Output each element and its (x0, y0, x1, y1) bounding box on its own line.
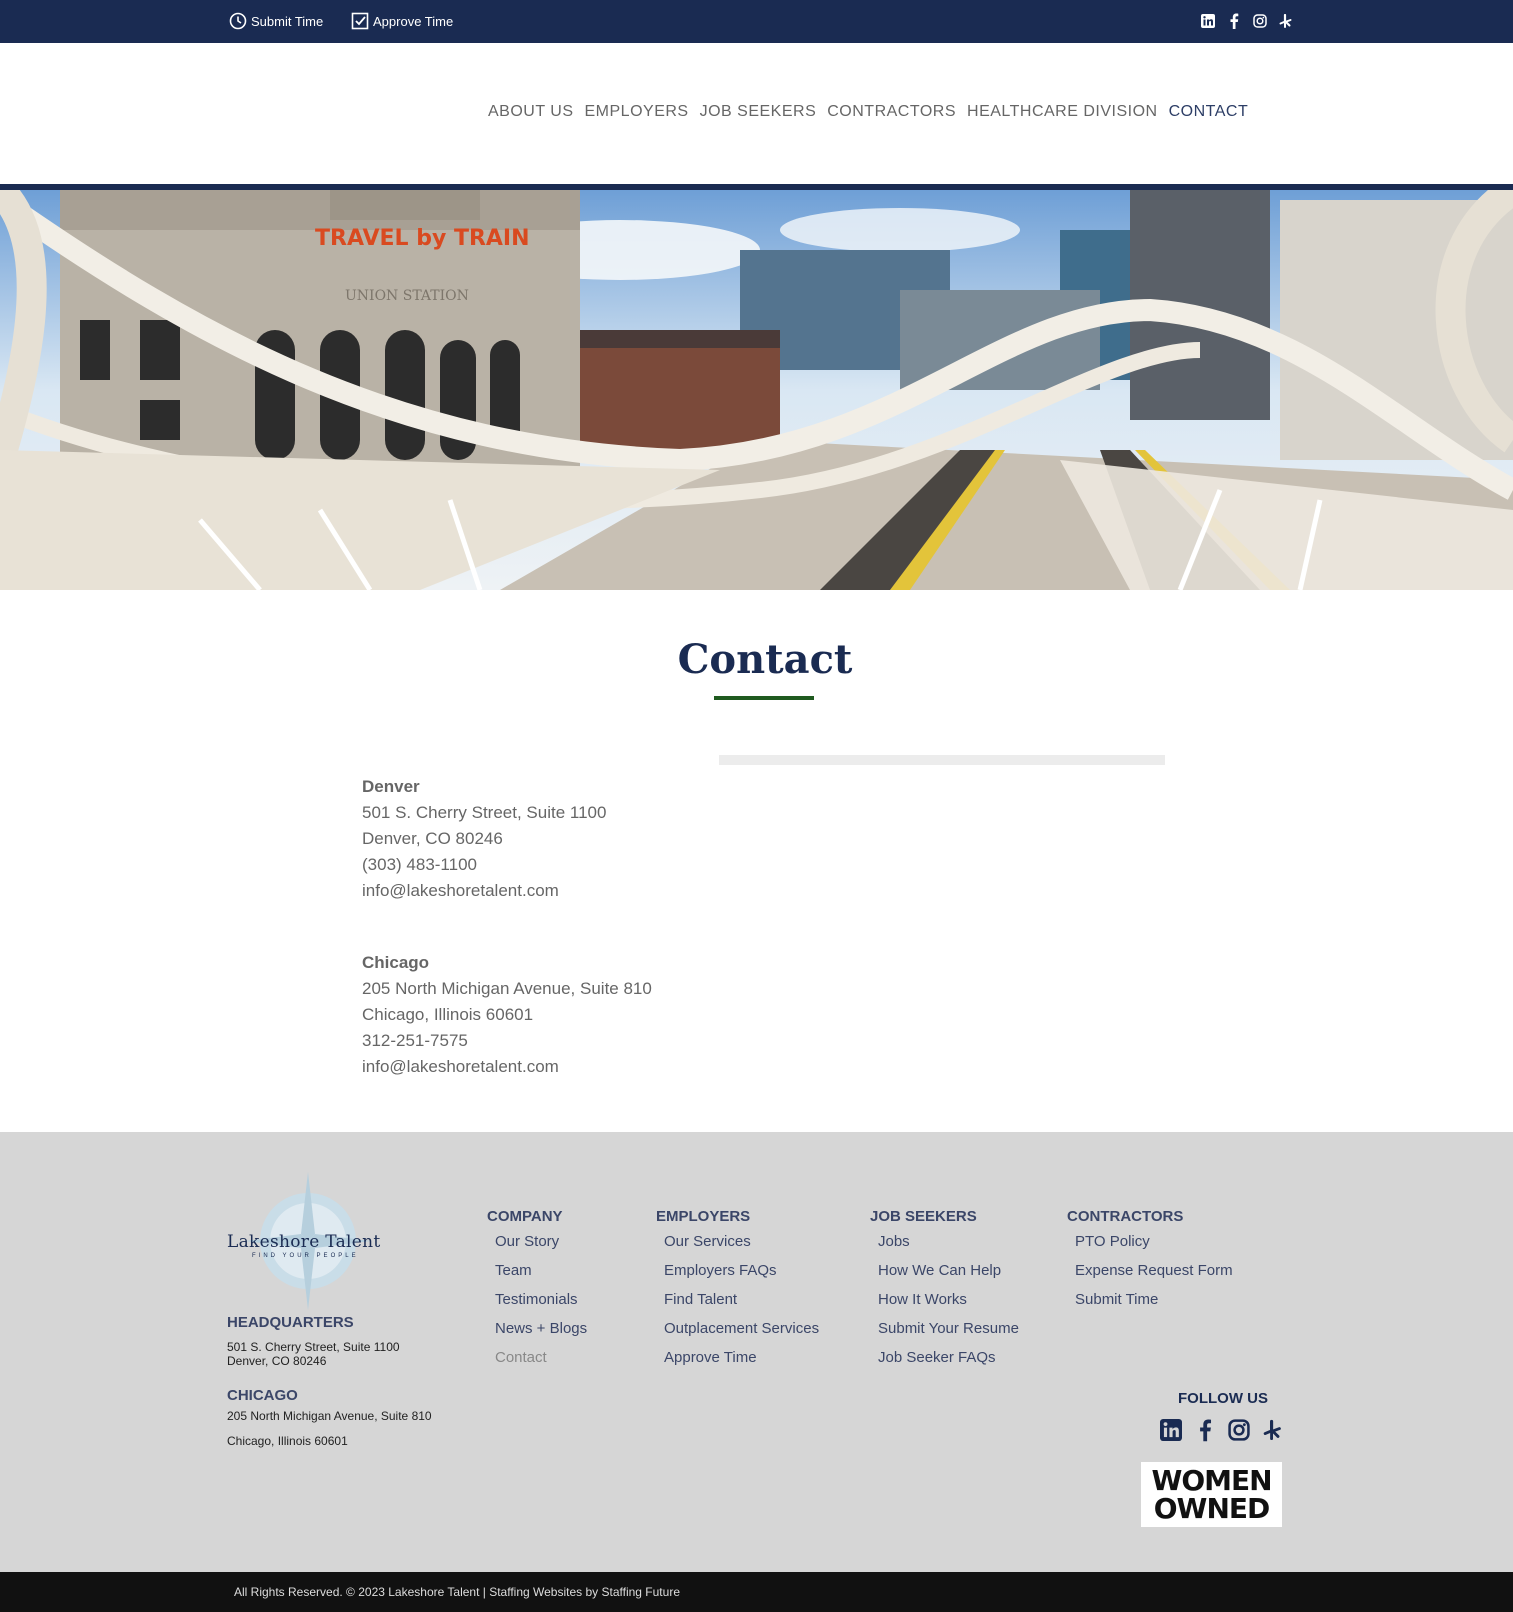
nav-employers[interactable]: EMPLOYERS (585, 103, 689, 121)
office-phone[interactable]: 312-251-7575 (362, 1028, 652, 1054)
instagram-icon[interactable] (1252, 13, 1268, 29)
footer-column-heading: EMPLOYERS (656, 1208, 751, 1225)
hero-image: TRAVEL by TRAIN UNION STATION (0, 190, 1513, 590)
footer-link-testimonials[interactable]: Testimonials (495, 1291, 587, 1320)
footer-column-employers: EMPLOYERS Our Services Employers FAQs Fi… (656, 1208, 819, 1378)
top-social-icons (1190, 13, 1294, 29)
hq-address-line1: 501 S. Cherry Street, Suite 1100 (227, 1340, 400, 1354)
top-bar: Submit Time Approve Time (0, 0, 1513, 43)
instagram-icon[interactable] (1226, 1417, 1252, 1443)
office-address-line1: 205 North Michigan Avenue, Suite 810 (362, 979, 652, 998)
map-placeholder (719, 755, 1165, 765)
badge-line1: WOMEN (1151, 1463, 1272, 1497)
submit-time-link[interactable]: Submit Time (229, 12, 323, 30)
footer-link-submit-time[interactable]: Submit Time (1075, 1291, 1233, 1320)
yelp-icon[interactable] (1278, 13, 1294, 29)
footer-column-job-seekers: JOB SEEKERS Jobs How We Can Help How It … (870, 1208, 1019, 1378)
union-station-photo: TRAVEL by TRAIN UNION STATION (0, 190, 1513, 590)
footer-link-submit-resume[interactable]: Submit Your Resume (878, 1320, 1019, 1349)
logo-wordmark: Lakeshore Talent (227, 1232, 381, 1252)
office-address-line2: Chicago, Illinois 60601 (362, 1005, 534, 1024)
footer-column-company: COMPANY Our Story Team Testimonials News… (487, 1208, 587, 1378)
footer-link-our-story[interactable]: Our Story (495, 1233, 587, 1262)
yelp-icon[interactable] (1260, 1417, 1286, 1443)
main-header: ABOUT US EMPLOYERS JOB SEEKERS CONTRACTO… (0, 43, 1513, 185)
office-email[interactable]: info@lakeshoretalent.com (362, 1054, 652, 1080)
footer-column-heading: COMPANY (487, 1208, 563, 1225)
nav-contact[interactable]: CONTACT (1169, 103, 1249, 121)
office-denver: Denver 501 S. Cherry Street, Suite 1100 … (362, 774, 606, 904)
women-owned-badge: WOMEN OWNED (1141, 1462, 1282, 1527)
office-phone[interactable]: (303) 483-1100 (362, 852, 606, 878)
badge-line2: OWNED (1153, 1491, 1270, 1525)
footer-column-contractors: CONTRACTORS PTO Policy Expense Request F… (1067, 1208, 1233, 1320)
logo-tagline: FIND YOUR PEOPLE (252, 1253, 359, 1259)
hero-building-text: UNION STATION (345, 288, 469, 304)
footer-column-heading: CONTRACTORS (1067, 1208, 1184, 1225)
chicago-address-line1: 205 North Michigan Avenue, Suite 810 (227, 1409, 432, 1423)
submit-time-label: Submit Time (251, 13, 324, 29)
nav-healthcare-division[interactable]: HEALTHCARE DIVISION (967, 103, 1158, 121)
linkedin-icon[interactable] (1158, 1417, 1184, 1443)
office-name: Chicago (362, 953, 430, 972)
footer-link-find-talent[interactable]: Find Talent (664, 1291, 819, 1320)
footer-link-employers-faqs[interactable]: Employers FAQs (664, 1262, 819, 1291)
footer-link-outplacement-services[interactable]: Outplacement Services (664, 1320, 819, 1349)
footer-link-job-seeker-faqs[interactable]: Job Seeker FAQs (878, 1349, 1019, 1378)
headquarters-heading: HEADQUARTERS (227, 1314, 354, 1331)
footer-link-our-services[interactable]: Our Services (664, 1233, 819, 1262)
copyright-text: All Rights Reserved. © 2023 Lakeshore Ta… (234, 1585, 680, 1599)
office-email[interactable]: info@lakeshoretalent.com (362, 878, 606, 904)
footer-social-icons (1158, 1417, 1294, 1443)
chicago-address-line2: Chicago, Illinois 60601 (227, 1434, 348, 1448)
approve-time-label: Approve Time (373, 13, 454, 29)
approve-time-link[interactable]: Approve Time (351, 12, 453, 30)
facebook-icon[interactable] (1226, 13, 1242, 29)
linkedin-icon[interactable] (1200, 13, 1216, 29)
footer-link-how-we-can-help[interactable]: How We Can Help (878, 1262, 1019, 1291)
footer-link-approve-time[interactable]: Approve Time (664, 1349, 819, 1378)
footer-link-team[interactable]: Team (495, 1262, 587, 1291)
follow-us-heading: FOLLOW US (1178, 1390, 1268, 1407)
hq-address-line2: Denver, CO 80246 (227, 1354, 327, 1368)
footer-column-heading: JOB SEEKERS (870, 1208, 977, 1225)
nav-about-us[interactable]: ABOUT US (488, 103, 574, 121)
checkbox-icon (351, 12, 369, 30)
nav-job-seekers[interactable]: JOB SEEKERS (700, 103, 817, 121)
footer-link-expense-request-form[interactable]: Expense Request Form (1075, 1262, 1233, 1291)
footer-link-news-blogs[interactable]: News + Blogs (495, 1320, 587, 1349)
clock-icon (229, 12, 247, 30)
footer-link-jobs[interactable]: Jobs (878, 1233, 1019, 1262)
office-address-line2: Denver, CO 80246 (362, 829, 503, 848)
footer-link-how-it-works[interactable]: How It Works (878, 1291, 1019, 1320)
facebook-icon[interactable] (1192, 1417, 1218, 1443)
office-address-line1: 501 S. Cherry Street, Suite 1100 (362, 803, 607, 822)
chicago-heading: CHICAGO (227, 1387, 298, 1404)
hero-sign-text: TRAVEL by TRAIN (315, 226, 530, 251)
office-name: Denver (362, 777, 420, 796)
title-underline (714, 696, 814, 700)
copyright-bar: All Rights Reserved. © 2023 Lakeshore Ta… (0, 1572, 1513, 1612)
nav-contractors[interactable]: CONTRACTORS (827, 103, 956, 121)
footer-link-contact[interactable]: Contact (495, 1349, 587, 1378)
page-title: Contact (677, 636, 853, 683)
office-chicago: Chicago 205 North Michigan Avenue, Suite… (362, 950, 652, 1080)
footer-link-pto-policy[interactable]: PTO Policy (1075, 1233, 1233, 1262)
main-nav: ABOUT US EMPLOYERS JOB SEEKERS CONTRACTO… (488, 103, 1259, 121)
